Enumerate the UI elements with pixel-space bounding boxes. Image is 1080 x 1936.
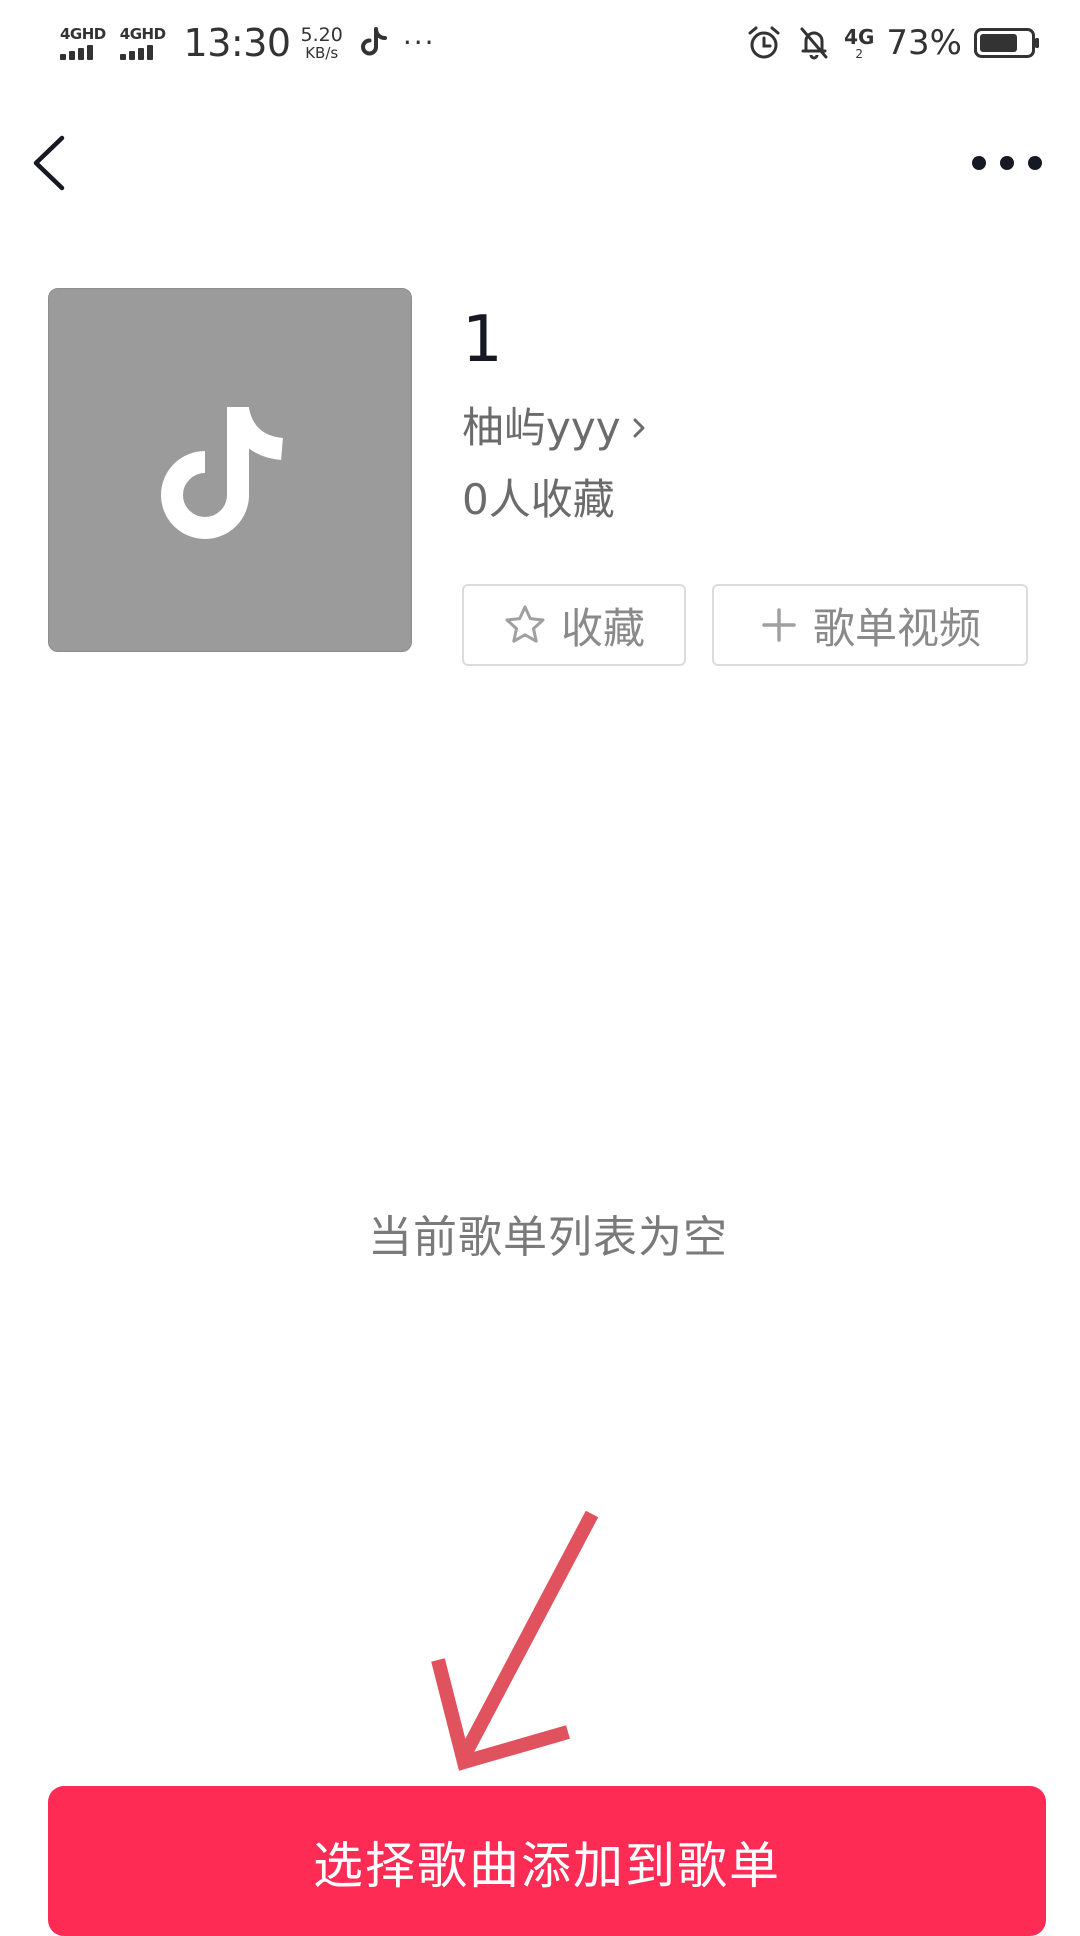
network-speed: 5.20 KB/s	[301, 25, 343, 61]
signal-bars-icon	[119, 44, 156, 60]
add-songs-button-label: 选择歌曲添加到歌单	[313, 1837, 781, 1895]
plus-icon	[762, 608, 796, 642]
status-bar: 4GHD 4GHD 13:30 5.20 KB/s ··· 4G 2 73%	[0, 0, 1080, 86]
more-horizontal-icon	[1000, 156, 1014, 170]
chevron-left-icon	[33, 135, 65, 191]
status-bar-left: 4GHD 4GHD 13:30 5.20 KB/s ···	[60, 18, 436, 68]
more-horizontal-icon	[1028, 156, 1042, 170]
empty-playlist-message: 当前歌单列表为空	[368, 1212, 728, 1263]
network-speed-unit: KB/s	[305, 44, 339, 62]
favorite-button[interactable]: 收藏	[462, 584, 686, 666]
signal-label: 4GHD	[60, 25, 106, 43]
chevron-right-icon	[633, 418, 645, 438]
favorite-button-label: 收藏	[560, 603, 645, 653]
creator-link[interactable]: 柚屿yyy	[462, 400, 647, 456]
arrow-annotation-icon	[431, 1510, 599, 1771]
more-horizontal-icon	[972, 156, 986, 170]
mobile-data-indicator: 4G 2	[844, 26, 874, 60]
signal-strength-2: 4GHD	[119, 25, 166, 60]
more-options-button[interactable]	[972, 148, 1042, 178]
signal-bars-icon	[60, 44, 96, 60]
clock: 13:30	[183, 21, 292, 65]
playlist-video-button[interactable]: 歌单视频	[712, 584, 1028, 666]
tiktok-note-icon	[161, 406, 284, 539]
star-icon	[505, 605, 545, 643]
battery-icon	[974, 28, 1039, 58]
favorites-count: 0人收藏	[462, 475, 615, 524]
network-sim: 2	[855, 47, 864, 61]
creator-name: 柚屿yyy	[462, 403, 621, 452]
status-bar-right: 4G 2 73%	[734, 18, 1040, 68]
playlist-video-button-label: 歌单视频	[812, 603, 981, 653]
tiktok-icon	[360, 27, 387, 56]
battery-percent: 73%	[886, 23, 962, 63]
back-button[interactable]	[28, 130, 78, 196]
network-speed-value: 5.20	[300, 24, 343, 46]
playlist-title: 1	[462, 303, 503, 377]
signal-label: 4GHD	[119, 25, 166, 43]
signal-strength-1: 4GHD	[60, 26, 106, 60]
more-dots-icon: ···	[402, 26, 436, 59]
playlist-cover	[48, 288, 412, 652]
add-songs-button[interactable]: 选择歌曲添加到歌单	[48, 1786, 1046, 1936]
alarm-icon	[748, 26, 780, 59]
bell-muted-icon	[800, 27, 828, 60]
network-type: 4G	[844, 25, 875, 49]
